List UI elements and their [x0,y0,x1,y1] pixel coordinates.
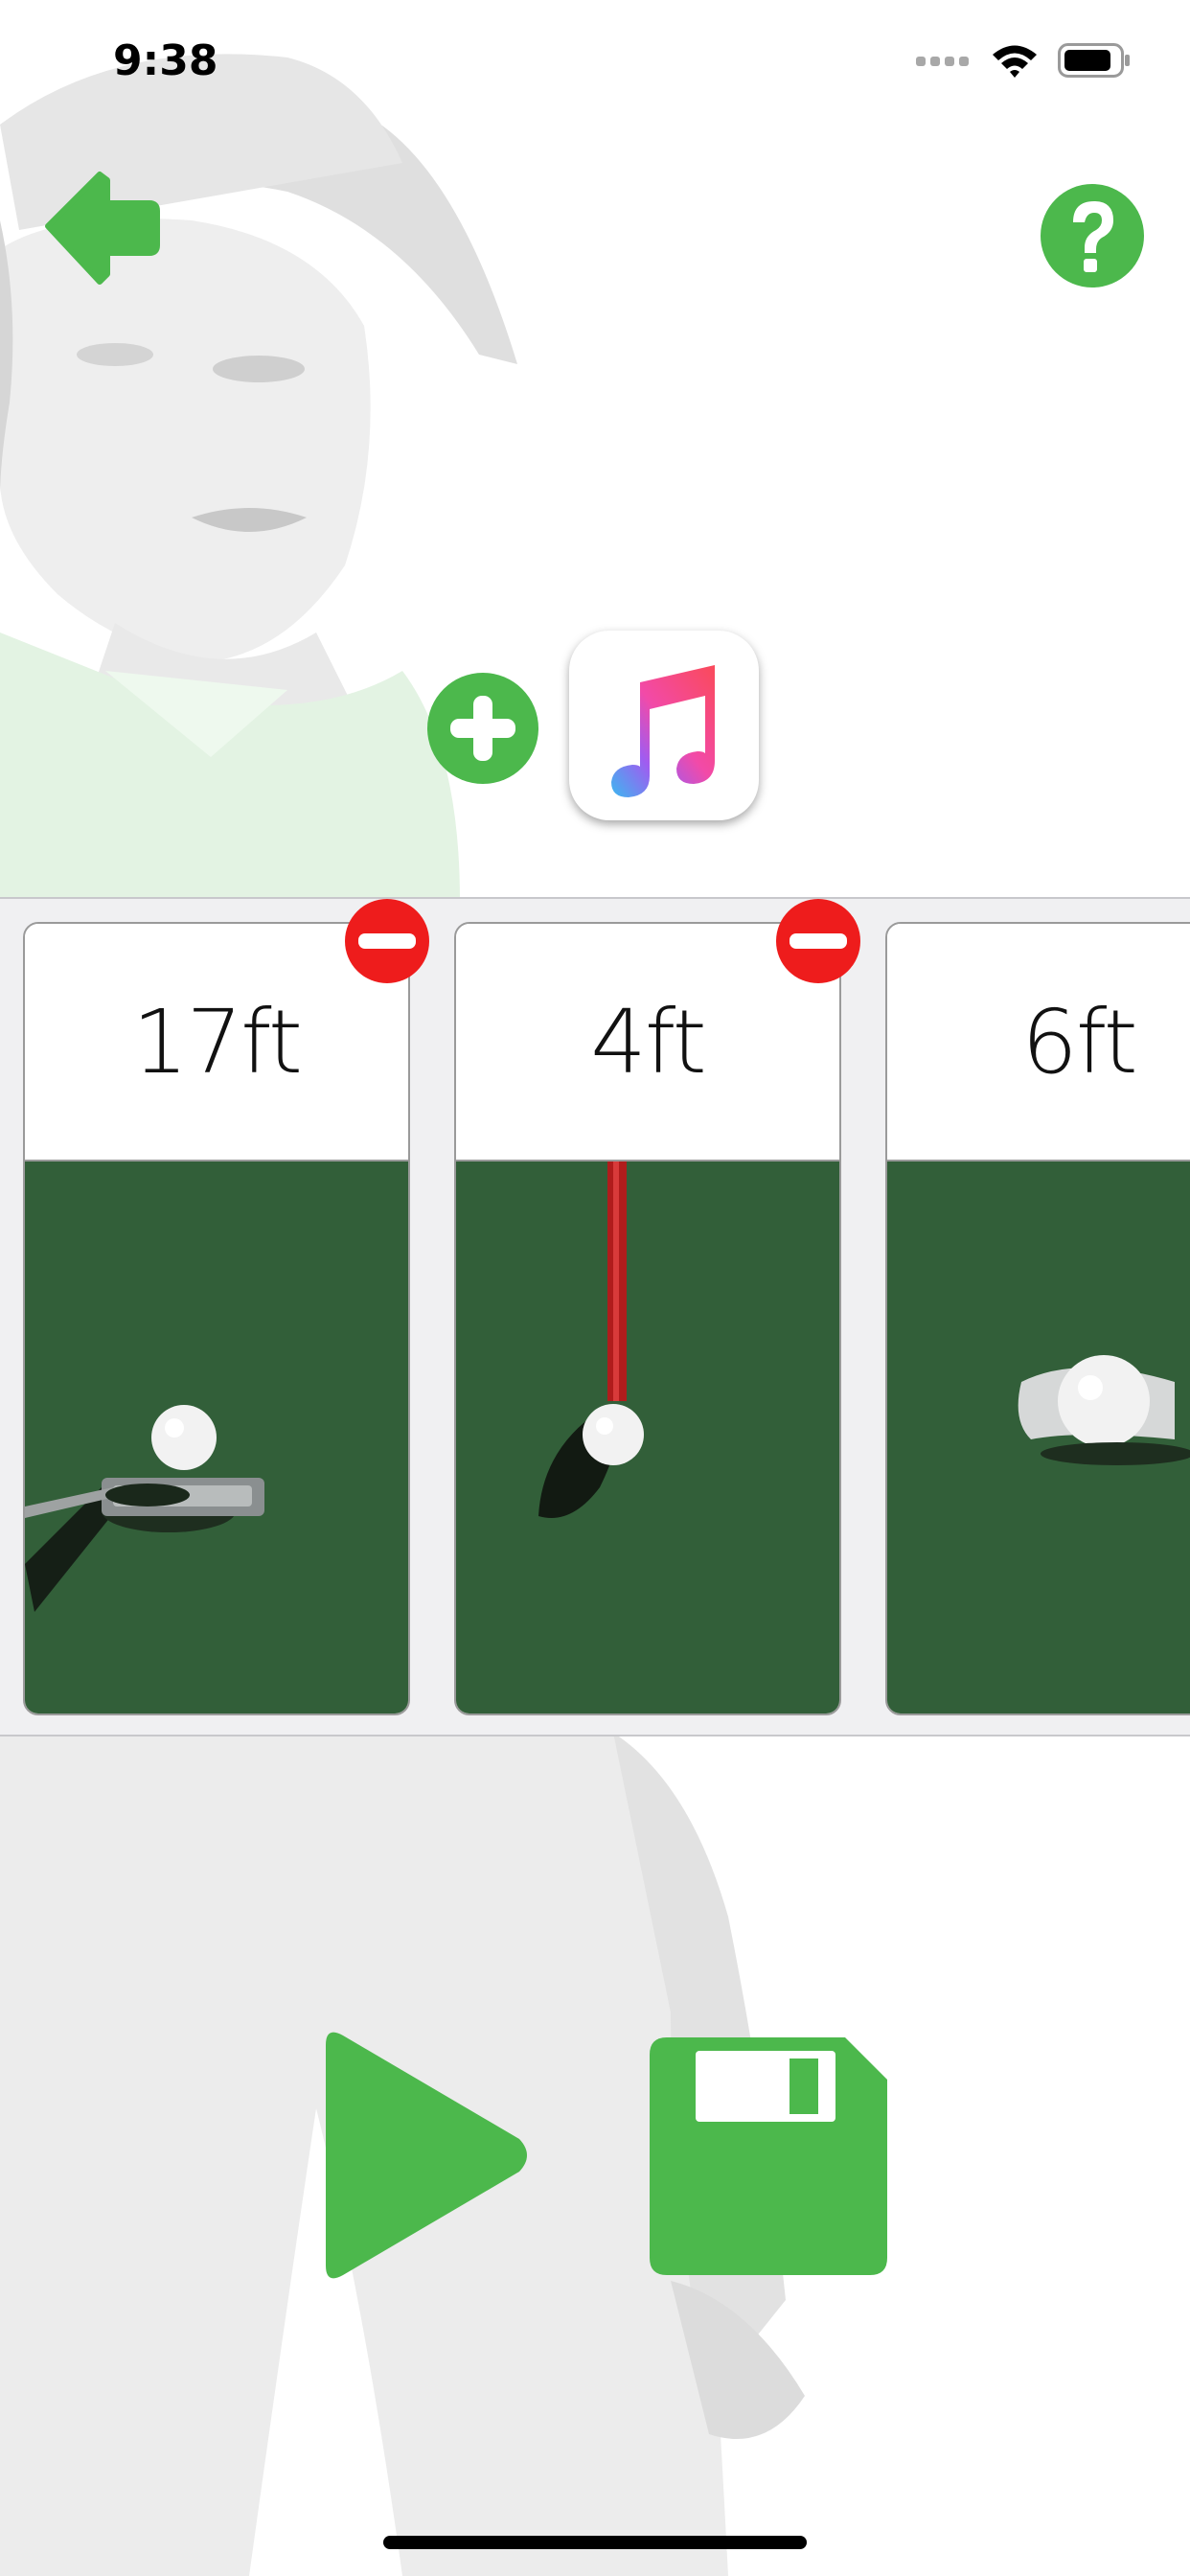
floppy-disk-icon [650,2037,887,2275]
shot-photo [456,1162,839,1714]
shot-photo [887,1162,1190,1714]
battery-icon [1058,43,1130,78]
shot-strip[interactable]: 17ft 4ft 6ft [0,897,1190,1736]
shot-distance-label: 17ft [132,990,303,1093]
back-button[interactable] [44,169,163,288]
signal-icon [916,57,969,66]
shot-card[interactable]: 4ft [454,922,841,1715]
help-button[interactable] [1039,182,1146,289]
shot-card-header: 6ft [887,924,1190,1162]
shot-photo [25,1162,408,1714]
music-app-button[interactable] [569,631,759,820]
add-music-button[interactable] [425,671,540,786]
minus-circle-icon [345,899,429,983]
save-button[interactable] [648,2036,889,2277]
remove-shot-button[interactable] [343,897,431,985]
question-circle-icon [1041,184,1144,288]
shot-distance-label: 6ft [1021,990,1137,1093]
plus-circle-icon [427,673,538,784]
arrow-left-icon [45,172,160,285]
music-note-icon [611,665,715,797]
shot-card[interactable]: 17ft [23,922,410,1715]
remove-shot-button[interactable] [774,897,862,985]
status-time: 9:38 [113,36,218,85]
play-button[interactable] [312,2024,533,2287]
shot-card[interactable]: 6ft [885,922,1190,1715]
shot-distance-label: 4ft [590,990,706,1093]
status-icons [916,42,1131,79]
minus-circle-icon [776,899,860,983]
home-indicator[interactable] [383,2536,807,2549]
play-icon [326,2032,527,2279]
wifi-icon [993,45,1037,78]
